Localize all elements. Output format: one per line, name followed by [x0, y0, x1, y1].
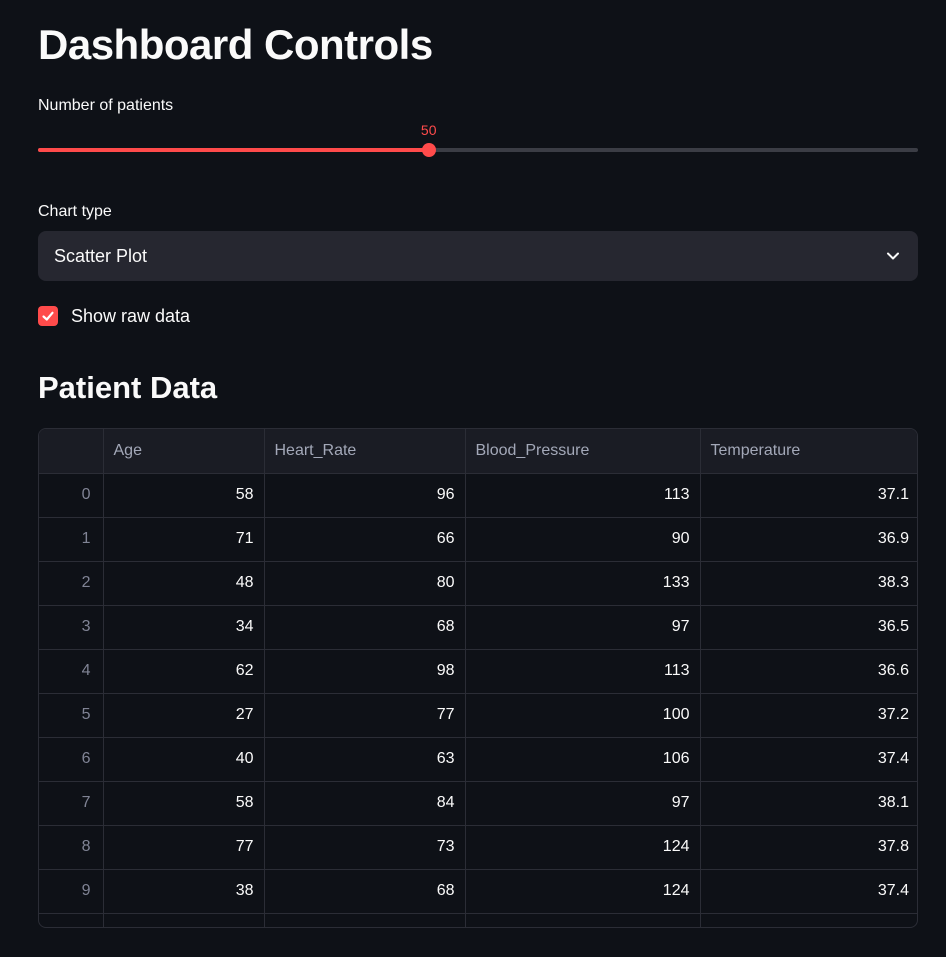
table-row[interactable]: 4 62 98 113 36.6 — [39, 649, 917, 694]
cell-blood-pressure[interactable]: 124 — [465, 869, 701, 914]
row-index: 6 — [39, 737, 104, 782]
checkbox-box[interactable] — [38, 306, 58, 326]
chart-type-selected-value: Scatter Plot — [54, 245, 148, 266]
slider-track[interactable] — [38, 148, 918, 152]
patients-slider[interactable]: 50 — [38, 118, 918, 168]
cell-blood-pressure[interactable]: 106 — [465, 737, 701, 782]
row-index: 4 — [39, 649, 104, 694]
chevron-down-icon[interactable] — [884, 247, 902, 265]
cell-age[interactable]: 71 — [103, 517, 265, 562]
row-index — [39, 913, 104, 927]
cell-temperature[interactable]: 36.9 — [700, 517, 917, 562]
table-row-partial — [39, 913, 917, 927]
cell-temperature[interactable]: 37.4 — [700, 869, 917, 914]
cell-age[interactable]: 48 — [103, 561, 265, 606]
page-title: Dashboard Controls — [38, 21, 433, 68]
table-row[interactable]: 1 71 66 90 36.9 — [39, 517, 917, 562]
cell-heart-rate[interactable]: 98 — [264, 649, 466, 694]
cell-age[interactable]: 34 — [103, 605, 265, 650]
table-row[interactable]: 8 77 73 124 37.8 — [39, 825, 917, 870]
cell-heart-rate — [264, 913, 466, 927]
cell-heart-rate[interactable]: 66 — [264, 517, 466, 562]
table-row[interactable]: 0 58 96 113 37.1 — [39, 473, 917, 518]
slider-fill — [38, 148, 429, 152]
chart-type-label: Chart type — [38, 203, 112, 220]
cell-age[interactable]: 58 — [103, 473, 265, 518]
row-index: 9 — [39, 869, 104, 914]
cell-heart-rate[interactable]: 96 — [264, 473, 466, 518]
cell-heart-rate[interactable]: 80 — [264, 561, 466, 606]
table-row[interactable]: 3 34 68 97 36.5 — [39, 605, 917, 650]
cell-age[interactable]: 38 — [103, 869, 265, 914]
cell-temperature — [700, 913, 917, 927]
show-raw-data-checkbox[interactable]: Show raw data — [38, 303, 190, 329]
cell-blood-pressure[interactable]: 97 — [465, 781, 701, 826]
cell-heart-rate[interactable]: 63 — [264, 737, 466, 782]
cell-blood-pressure[interactable]: 90 — [465, 517, 701, 562]
row-index: 1 — [39, 517, 104, 562]
cell-blood-pressure[interactable]: 113 — [465, 473, 701, 518]
cell-temperature[interactable]: 38.1 — [700, 781, 917, 826]
cell-age[interactable]: 58 — [103, 781, 265, 826]
data-table: Age Heart_Rate Blood_Pressure Temperatur… — [39, 429, 917, 927]
table-row[interactable]: 5 27 77 100 37.2 — [39, 693, 917, 738]
row-index: 8 — [39, 825, 104, 870]
section-title: Patient Data — [38, 370, 218, 405]
row-index: 2 — [39, 561, 104, 606]
cell-blood-pressure[interactable]: 133 — [465, 561, 701, 606]
cell-temperature[interactable]: 37.4 — [700, 737, 917, 782]
cell-age[interactable]: 62 — [103, 649, 265, 694]
row-index: 3 — [39, 605, 104, 650]
cell-heart-rate[interactable]: 68 — [264, 605, 466, 650]
row-index: 0 — [39, 473, 104, 518]
checkmark-icon — [42, 311, 54, 321]
column-header-temperature[interactable]: Temperature — [700, 429, 917, 474]
table-row[interactable]: 9 38 68 124 37.4 — [39, 869, 917, 914]
table-header-row: Age Heart_Rate Blood_Pressure Temperatur… — [39, 429, 917, 474]
patient-data-table[interactable]: Age Heart_Rate Blood_Pressure Temperatur… — [38, 428, 918, 928]
table-row[interactable]: 6 40 63 106 37.4 — [39, 737, 917, 782]
cell-temperature[interactable]: 37.8 — [700, 825, 917, 870]
column-header-heart-rate[interactable]: Heart_Rate — [264, 429, 466, 474]
checkbox-label: Show raw data — [71, 305, 191, 326]
column-header-index[interactable] — [39, 429, 104, 474]
cell-heart-rate[interactable]: 73 — [264, 825, 466, 870]
table-row[interactable]: 7 58 84 97 38.1 — [39, 781, 917, 826]
cell-blood-pressure[interactable]: 97 — [465, 605, 701, 650]
cell-age — [103, 913, 265, 927]
cell-temperature[interactable]: 36.5 — [700, 605, 917, 650]
cell-temperature[interactable]: 36.6 — [700, 649, 917, 694]
cell-blood-pressure[interactable]: 100 — [465, 693, 701, 738]
cell-blood-pressure[interactable]: 113 — [465, 649, 701, 694]
cell-heart-rate[interactable]: 77 — [264, 693, 466, 738]
slider-value: 50 — [420, 122, 437, 138]
dashboard-page: Dashboard Controls Number of patients 50… — [0, 0, 946, 957]
cell-blood-pressure — [465, 913, 701, 927]
cell-temperature[interactable]: 37.2 — [700, 693, 917, 738]
cell-age[interactable]: 77 — [103, 825, 265, 870]
cell-blood-pressure[interactable]: 124 — [465, 825, 701, 870]
cell-age[interactable]: 27 — [103, 693, 265, 738]
cell-temperature[interactable]: 37.1 — [700, 473, 917, 518]
cell-temperature[interactable]: 38.3 — [700, 561, 917, 606]
row-index: 5 — [39, 693, 104, 738]
cell-heart-rate[interactable]: 68 — [264, 869, 466, 914]
slider-label: Number of patients — [38, 97, 174, 114]
chart-type-select[interactable]: Scatter Plot — [38, 231, 918, 281]
row-index: 7 — [39, 781, 104, 826]
table-row[interactable]: 2 48 80 133 38.3 — [39, 561, 917, 606]
cell-heart-rate[interactable]: 84 — [264, 781, 466, 826]
column-header-age[interactable]: Age — [103, 429, 265, 474]
cell-age[interactable]: 40 — [103, 737, 265, 782]
column-header-blood-pressure[interactable]: Blood_Pressure — [465, 429, 701, 474]
slider-thumb[interactable] — [421, 143, 436, 157]
